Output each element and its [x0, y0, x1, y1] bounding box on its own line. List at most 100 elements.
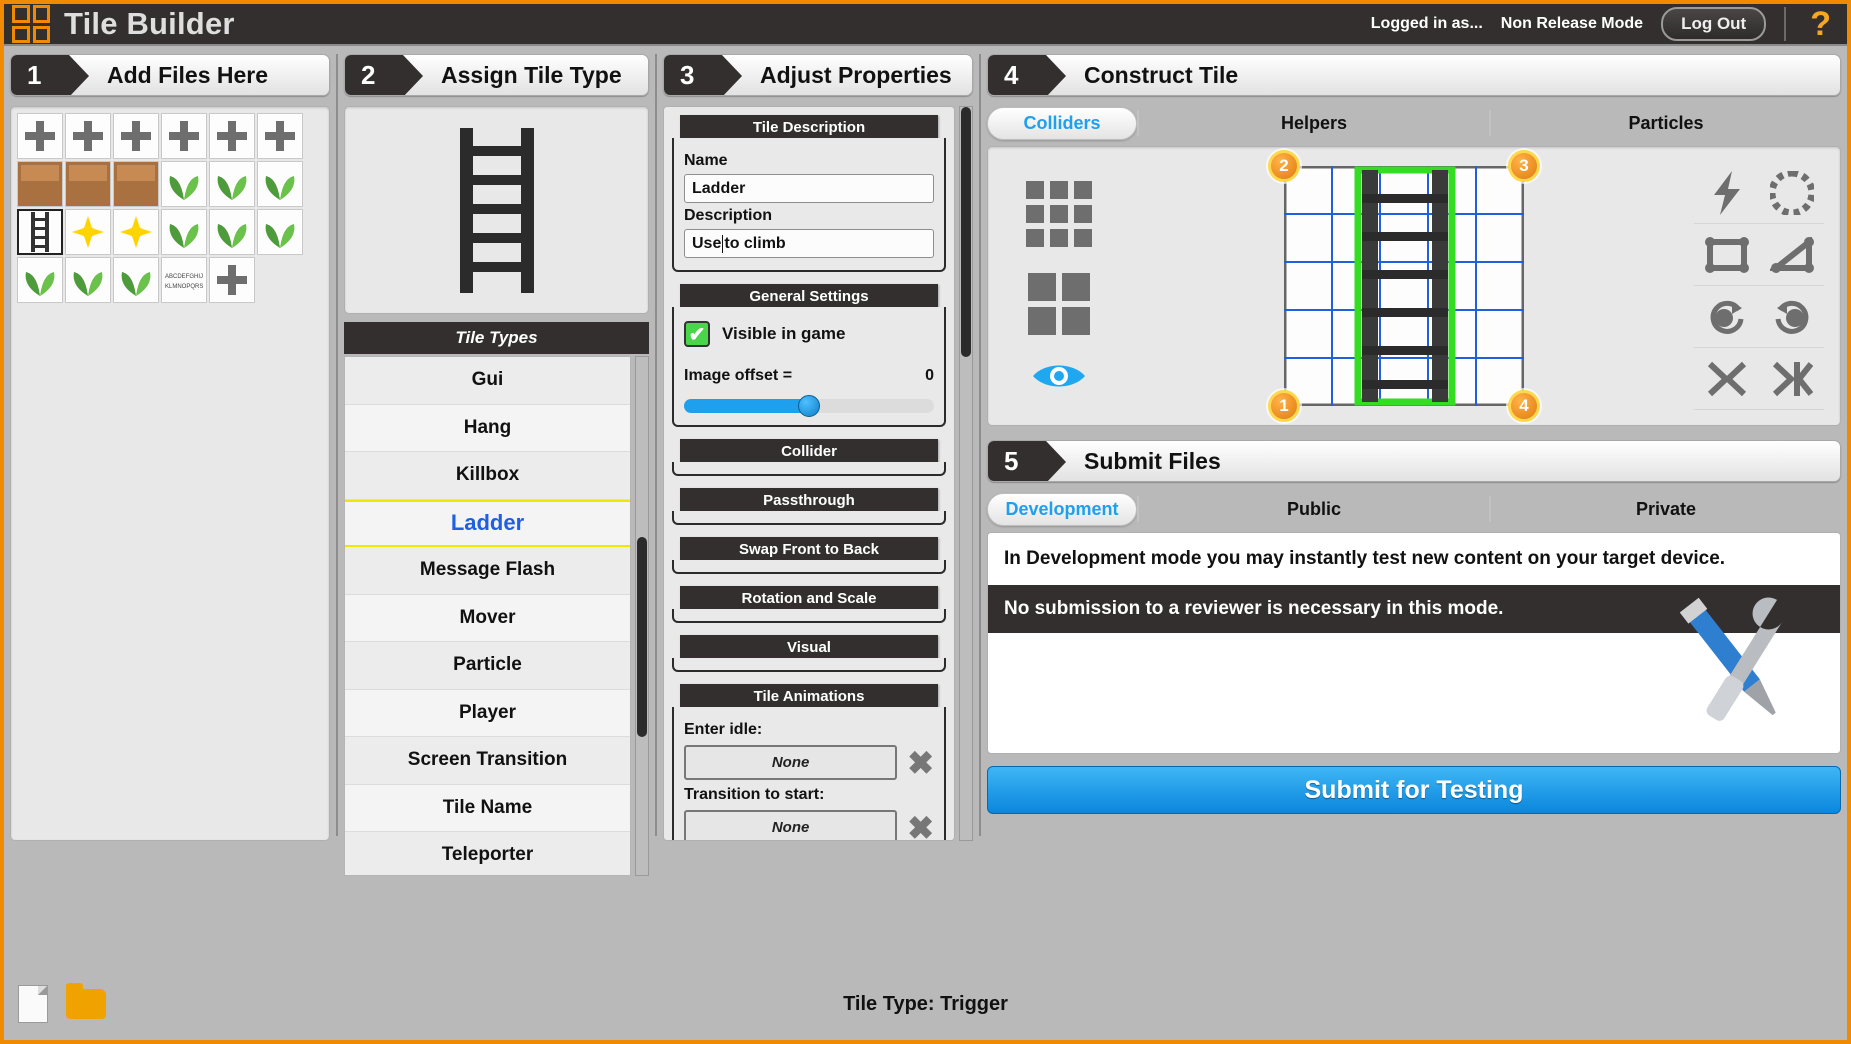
- rectangle-collider-icon[interactable]: [1694, 224, 1759, 286]
- tile-types-scrollbar[interactable]: [635, 356, 649, 876]
- step-title-5: Submit Files: [1084, 447, 1221, 474]
- submit-for-testing-button[interactable]: Submit for Testing: [987, 766, 1841, 814]
- panel-adjust-properties: 3 Adjust Properties Tile Description Nam…: [663, 54, 973, 841]
- collider-handle-3[interactable]: 3: [1508, 150, 1540, 182]
- group-header-general-settings: General Settings: [680, 284, 938, 309]
- tile-type-item[interactable]: Mover: [345, 594, 630, 642]
- tab-particles[interactable]: Particles: [1491, 113, 1841, 134]
- lightning-bolt-icon[interactable]: [1694, 162, 1759, 224]
- file-thumbnail[interactable]: [257, 209, 303, 255]
- x-clear-icon[interactable]: ✖: [907, 812, 934, 841]
- svg-text:ABCDEFGHIJ: ABCDEFGHIJ: [165, 274, 203, 280]
- ladder-collider-canvas-icon[interactable]: 2 3 1 4: [1268, 150, 1540, 422]
- tile-types-list[interactable]: Gui Hang Killbox Ladder Message Flash Mover Pa…: [344, 356, 631, 876]
- flip-horizontal-icon[interactable]: [1694, 348, 1759, 410]
- file-thumbnail[interactable]: [209, 209, 255, 255]
- description-input[interactable]: Use to climb: [684, 229, 934, 258]
- construct-tabs[interactable]: Colliders Helpers Particles: [987, 106, 1841, 140]
- collapsed-group[interactable]: Visual: [672, 635, 946, 672]
- group-tile-animations: Tile Animations Enter idle: None ✖ Transiti…: [672, 684, 946, 841]
- file-thumbnail[interactable]: [209, 113, 255, 159]
- tab-colliders[interactable]: Colliders: [987, 106, 1137, 140]
- file-thumbnail[interactable]: [17, 257, 63, 303]
- collapsed-group[interactable]: Swap Front to Back: [672, 537, 946, 574]
- file-thumbnail[interactable]: [209, 257, 255, 303]
- tile-type-item[interactable]: Tile Name: [345, 784, 630, 832]
- tile-type-item[interactable]: Particle: [345, 642, 630, 690]
- eye-visibility-icon[interactable]: [1031, 361, 1087, 391]
- file-thumbnail[interactable]: [113, 113, 159, 159]
- description-value-before-caret: Use: [692, 234, 722, 252]
- rotate-counterclockwise-icon[interactable]: [1759, 286, 1824, 348]
- file-thumbnail[interactable]: [65, 113, 111, 159]
- tile-type-item[interactable]: Killbox: [345, 452, 630, 500]
- collapsed-sections: Collider Passthrough Swap Front to Back Rot…: [672, 439, 946, 672]
- log-out-button[interactable]: Log Out: [1661, 7, 1767, 41]
- collapsed-group-header: Visual: [680, 635, 938, 660]
- tile-type-item[interactable]: Ladder: [345, 499, 630, 547]
- checkmark-icon[interactable]: ✔: [684, 321, 710, 347]
- file-thumbnail[interactable]: [113, 209, 159, 255]
- mirror-icon[interactable]: [1759, 348, 1824, 410]
- file-thumbnail[interactable]: [17, 161, 63, 207]
- file-drop-area[interactable]: ABCDEFGHIJ KLMNOPQRS: [10, 106, 330, 841]
- tile-type-item[interactable]: Player: [345, 689, 630, 737]
- status-text: Tile Type: Trigger: [843, 992, 1008, 1015]
- file-thumbnail[interactable]: [161, 161, 207, 207]
- tile-type-item[interactable]: Message Flash: [345, 547, 630, 595]
- submit-info-line: In Development mode you may instantly te…: [1004, 548, 1726, 569]
- file-thumbnail[interactable]: [161, 209, 207, 255]
- step-title-2: Assign Tile Type: [441, 61, 622, 88]
- file-thumbnail[interactable]: [209, 161, 255, 207]
- file-thumbnail[interactable]: [113, 257, 159, 303]
- tile-type-item[interactable]: Teleporter: [345, 832, 630, 875]
- collapsed-group[interactable]: Collider: [672, 439, 946, 476]
- animation-select[interactable]: None: [684, 810, 898, 840]
- file-thumbnail[interactable]: [65, 209, 111, 255]
- rotate-clockwise-icon[interactable]: [1694, 286, 1759, 348]
- x-clear-icon[interactable]: ✖: [907, 747, 934, 779]
- scrollbar-thumb[interactable]: [637, 537, 647, 737]
- release-mode-label: Non Release Mode: [1500, 15, 1644, 32]
- image-offset-slider[interactable]: [684, 395, 934, 417]
- four-squares-logo-icon: [12, 5, 50, 43]
- grid-3x3-icon[interactable]: [1026, 181, 1092, 247]
- polygon-collider-icon[interactable]: [1759, 162, 1824, 224]
- file-thumbnail[interactable]: [161, 113, 207, 159]
- scrollbar-thumb[interactable]: [961, 107, 971, 357]
- grid-2x2-icon[interactable]: [1028, 273, 1090, 335]
- tab-helpers[interactable]: Helpers: [1139, 113, 1489, 134]
- file-thumbnail[interactable]: ABCDEFGHIJ KLMNOPQRS: [161, 257, 207, 303]
- animation-select[interactable]: None: [684, 745, 898, 780]
- file-thumbnail[interactable]: [65, 161, 111, 207]
- file-thumbnail[interactable]: [257, 113, 303, 159]
- tile-type-item[interactable]: Screen Transition: [345, 737, 630, 785]
- tile-type-item[interactable]: Gui: [345, 357, 630, 405]
- properties-scrollbar[interactable]: [959, 106, 973, 841]
- file-thumbnail[interactable]: [17, 209, 63, 255]
- file-thumbnail[interactable]: [65, 257, 111, 303]
- collapsed-group[interactable]: Rotation and Scale: [672, 586, 946, 623]
- name-input[interactable]: Ladder: [684, 174, 934, 203]
- tile-type-item[interactable]: Hang: [345, 404, 630, 452]
- collider-handle-4[interactable]: 4: [1508, 390, 1540, 422]
- construct-canvas[interactable]: 2 3 1 4: [987, 146, 1841, 426]
- tab-public[interactable]: Public: [1139, 499, 1489, 520]
- title-bar-right: Logged in as... Non Release Mode Log Out…: [1371, 7, 1847, 41]
- file-thumbnail[interactable]: [113, 161, 159, 207]
- tab-development[interactable]: Development: [987, 492, 1137, 526]
- collider-handle-2[interactable]: 2: [1268, 150, 1300, 182]
- triangle-collider-icon[interactable]: [1759, 224, 1824, 286]
- submit-tabs[interactable]: Development Public Private: [987, 492, 1841, 526]
- question-mark-icon[interactable]: ?: [1804, 7, 1837, 41]
- tab-private[interactable]: Private: [1491, 499, 1841, 520]
- file-thumbnail[interactable]: [17, 113, 63, 159]
- column-separator: [336, 54, 338, 836]
- panel-construct-and-submit: 4 Construct Tile Colliders Helpers Particl…: [987, 54, 1841, 836]
- collapsed-group[interactable]: Passthrough: [672, 488, 946, 525]
- name-label: Name: [684, 152, 728, 169]
- slider-knob[interactable]: [798, 395, 820, 417]
- collider-handle-1[interactable]: 1: [1268, 390, 1300, 422]
- file-thumbnail[interactable]: [257, 161, 303, 207]
- visible-in-game-label: Visible in game: [722, 324, 846, 343]
